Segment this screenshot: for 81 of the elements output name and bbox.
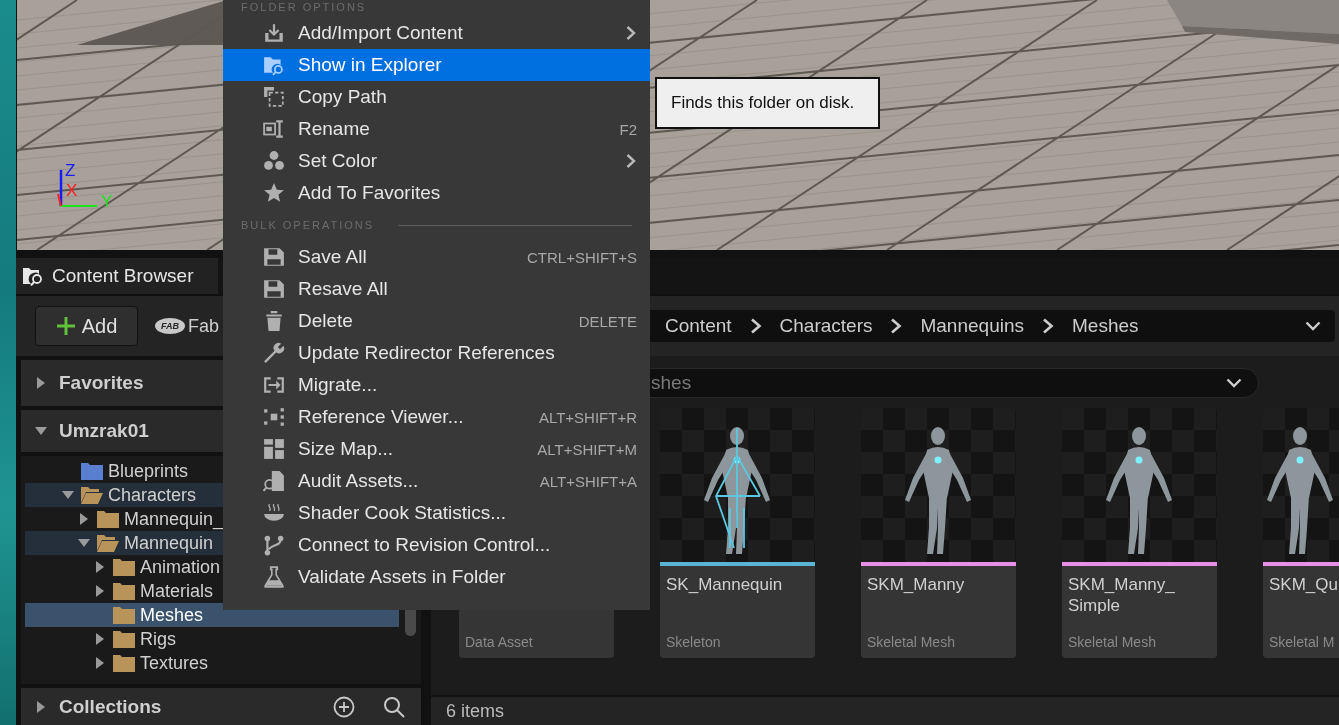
asset-name: SKM_Qu [1269,574,1338,595]
search-icon[interactable] [383,695,405,718]
flask-icon [263,566,285,588]
folder-search-icon [22,266,44,286]
menu-item[interactable]: Delete DELETE [223,305,650,337]
breadcrumb-item[interactable]: Characters [779,315,873,337]
shortcut-label: DELETE [578,312,637,330]
section-header[interactable]: Collections [21,688,421,725]
disclosure-arrow-icon[interactable] [78,513,90,525]
breadcrumb-item[interactable]: Content [665,315,732,337]
folder-row[interactable]: Rigs [25,627,399,651]
disclosure-arrow-icon[interactable] [35,377,47,389]
folder-row[interactable]: Textures [25,651,399,675]
tooltip: Finds this folder on disk. [655,77,880,129]
asset-name: SKM_Manny_Simple [1068,574,1176,616]
asset-type: Skeleton [666,634,721,650]
add-circle-icon[interactable] [333,695,355,718]
menu-item[interactable]: Save All CTRL+SHIFT+S [223,241,650,273]
disclosure-arrow-icon[interactable] [78,537,90,549]
section-title: Favorites [59,372,144,394]
disclosure-arrow-icon[interactable] [35,700,47,713]
menu-item[interactable]: Resave All [223,273,650,305]
add-button[interactable]: Add [35,306,138,346]
asset-type: Data Asset [465,634,533,650]
asset-type: Skeletal Mesh [1068,634,1156,650]
asset-card[interactable]: SK_Mannequin Skeleton [660,408,815,658]
menu-item[interactable]: Copy Path [223,81,650,113]
fab-button[interactable]: FAB Fab [155,315,220,337]
section-title: Collections [59,695,162,718]
item-count: 6 items [446,700,505,722]
folder-search-icon [263,54,285,76]
node-graph-icon [263,406,285,428]
breadcrumb-item[interactable]: Meshes [1072,315,1139,337]
rename-icon [263,118,285,140]
chevron-right-icon [890,318,903,334]
disclosure-arrow-icon[interactable] [94,585,106,597]
menu-item[interactable]: Add To Favorites [223,177,650,209]
asset-card[interactable]: SKM_Qu Skeletal M [1263,408,1339,658]
magnifier-page-icon [263,470,285,492]
asset-name: SKM_Manny [867,574,965,595]
disclosure-arrow-icon[interactable] [94,561,106,573]
chevron-down-icon[interactable] [1305,320,1321,332]
wrench-icon [263,342,285,364]
branch-icon [263,534,285,556]
axis-label: Z [65,162,76,179]
shortcut-label: ALT+SHIFT+R [538,408,637,426]
plus-icon [55,316,76,336]
menu-item[interactable]: Rename F2 [223,113,650,145]
menu-item[interactable]: Show in Explorer [223,49,650,81]
section-title: Umzrak01 [59,420,149,442]
disclosure-arrow-icon[interactable] [94,657,106,669]
asset-card[interactable]: SKM_Manny Skeletal Mesh [861,408,1016,658]
axis-label: Y [101,193,113,210]
logo: FAB [155,318,185,334]
menu-item[interactable]: Add/Import Content [223,17,650,49]
disclosure-arrow-icon[interactable] [94,633,106,645]
shortcut-label: F2 [619,120,637,138]
breadcrumb-item[interactable]: Mannequins [920,315,1024,337]
asset-type: Skeletal Mesh [867,634,955,650]
menu-item[interactable]: Set Color [223,145,650,177]
star-icon [263,182,285,204]
copy-icon [263,86,285,108]
asset-type: Skeletal M [1269,634,1335,650]
circles-icon [263,150,285,172]
chevron-down-icon[interactable] [1226,377,1242,389]
arrow-into-box-icon [263,374,285,396]
disclosure-arrow-icon[interactable] [35,425,47,437]
shortcut-label: ALT+SHIFT+A [539,472,637,490]
chevron-right-icon [1042,318,1054,334]
shortcut-label: CTRL+SHIFT+S [526,248,637,266]
disclosure-arrow-icon[interactable] [62,489,74,501]
menu-item[interactable]: Validate Assets in Folder [223,561,650,593]
steaming-bowl-icon [263,502,285,524]
asset-card[interactable]: SKM_Manny_Simple Skeletal Mesh [1062,408,1217,658]
trash-icon [263,310,285,332]
grid-blocks-icon [263,438,285,460]
content-browser-tab[interactable]: Content Browser [16,258,218,294]
shortcut-label: ALT+SHIFT+M [537,440,637,458]
chevron-right-icon [749,318,762,334]
asset-name: SK_Mannequin [666,574,783,595]
import-tray-icon [263,22,285,44]
